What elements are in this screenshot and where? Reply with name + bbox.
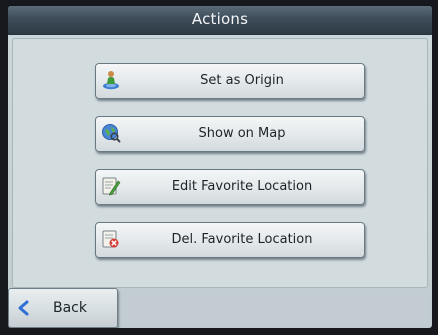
back-button[interactable]: Back — [8, 288, 118, 328]
delete-favorite-location-label: Del. Favorite Location — [171, 232, 313, 247]
title-bar: Actions — [8, 6, 432, 35]
show-on-map-button[interactable]: Show on Map — [95, 116, 365, 152]
edit-favorite-location-label: Edit Favorite Location — [171, 179, 313, 194]
set-as-origin-label: Set as Origin — [200, 73, 284, 88]
page-title: Actions — [191, 10, 249, 28]
device-frame: Actions Set as Origin Show on Map Edit F… — [0, 0, 438, 335]
delete-favorite-icon — [100, 228, 122, 250]
edit-favorite-location-button[interactable]: Edit Favorite Location — [95, 169, 365, 205]
screen: Actions Set as Origin Show on Map Edit F… — [8, 6, 432, 328]
origin-person-icon — [100, 69, 122, 91]
delete-favorite-location-button[interactable]: Del. Favorite Location — [95, 222, 365, 258]
set-as-origin-button[interactable]: Set as Origin — [95, 63, 365, 99]
chevron-left-icon — [17, 300, 29, 316]
map-globe-icon — [100, 122, 122, 144]
bottom-bar — [118, 290, 428, 326]
edit-favorite-icon — [100, 175, 122, 197]
actions-panel: Set as Origin Show on Map Edit Favorite … — [12, 38, 428, 288]
back-label: Back — [53, 300, 87, 316]
show-on-map-label: Show on Map — [198, 126, 286, 141]
